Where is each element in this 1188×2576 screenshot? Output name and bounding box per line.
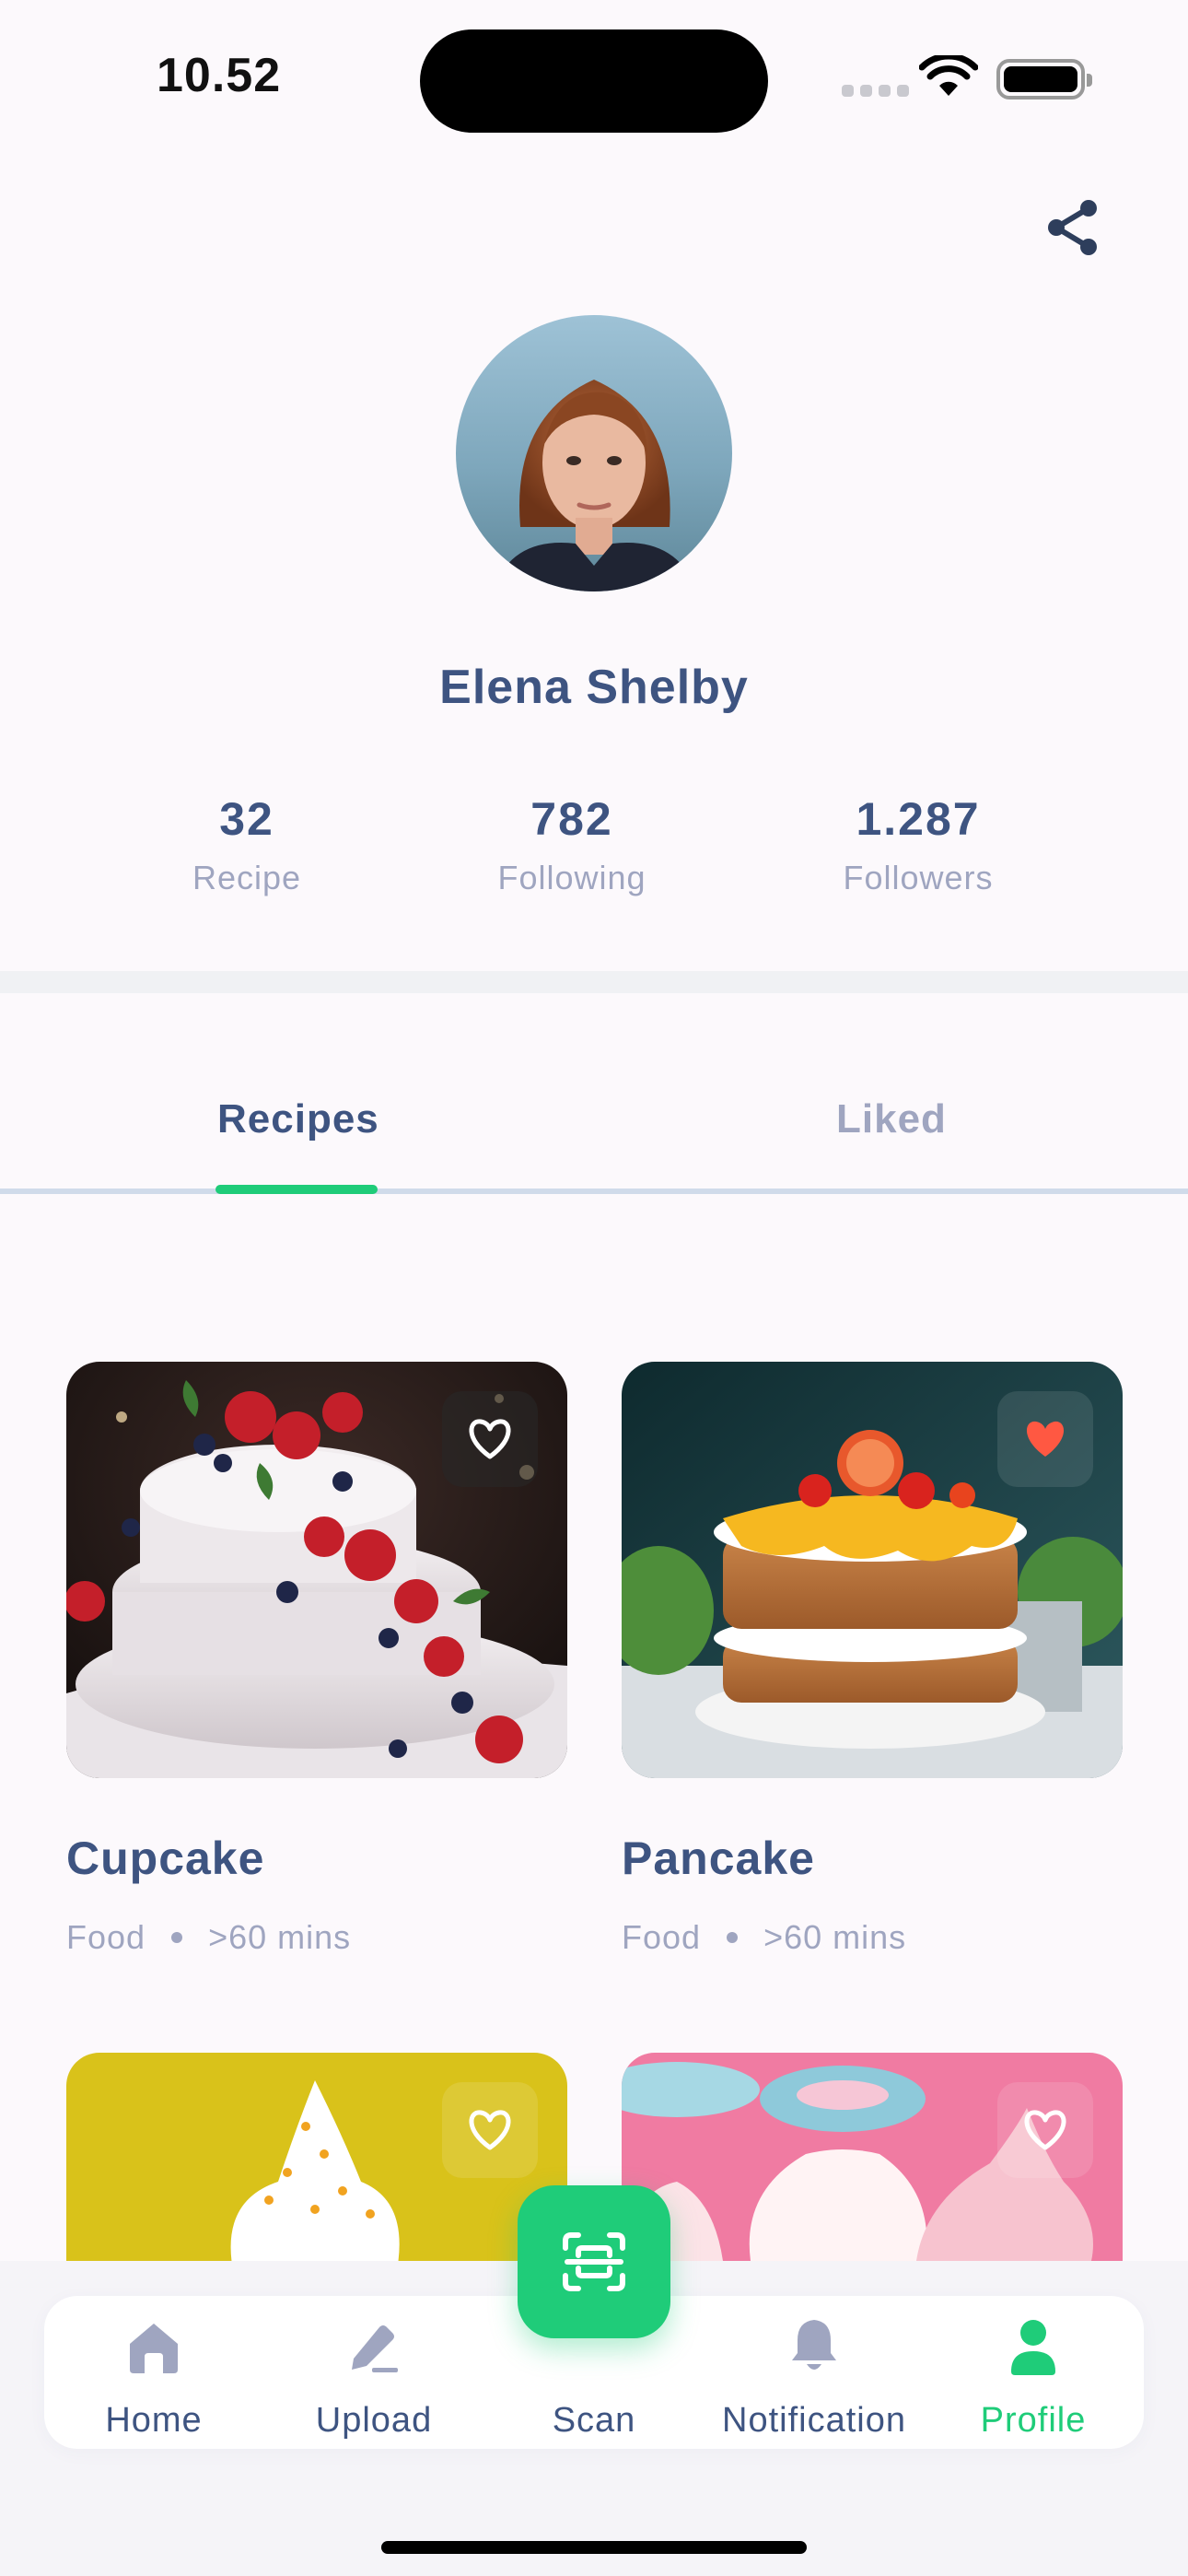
recipe-category: Food [622, 1918, 702, 1956]
stat-label: Followers [843, 859, 994, 896]
recipe-category: Food [66, 1918, 146, 1956]
stat-value: 1.287 [856, 793, 981, 845]
recipe-meta: Food >60 mins [66, 1918, 351, 1957]
dynamic-island [420, 29, 768, 133]
separator-dot [727, 1932, 739, 1943]
scan-icon [563, 2232, 625, 2291]
separator-dot [171, 1932, 183, 1943]
nav-label: Profile [980, 2401, 1087, 2440]
avatar [456, 315, 732, 591]
tab-recipes[interactable]: Recipes [217, 1096, 379, 1142]
nav-upload[interactable]: Upload [263, 2316, 484, 2441]
recipe-meta: Food >60 mins [622, 1918, 906, 1957]
tab-active-indicator [215, 1185, 378, 1194]
scan-button[interactable] [518, 2185, 670, 2338]
wifi-icon [919, 55, 978, 96]
section-divider [0, 971, 1188, 993]
stat-label: Following [497, 859, 646, 896]
favorite-button[interactable] [442, 2082, 538, 2178]
stat-value: 32 [219, 793, 274, 845]
home-icon [130, 2324, 178, 2373]
cellular-signal-icon [842, 85, 909, 97]
home-indicator [381, 2541, 807, 2554]
battery-icon [996, 59, 1092, 100]
recipe-duration: >60 mins [763, 1918, 907, 1956]
stat-label: Recipe [192, 859, 302, 896]
heart-outline-icon [1024, 2110, 1066, 2150]
pencil-icon [352, 2325, 398, 2372]
status-time: 10.52 [157, 49, 282, 102]
nav-label: Home [105, 2401, 203, 2440]
favorite-button[interactable] [997, 2082, 1093, 2178]
nav-notification[interactable]: Notification [704, 2316, 925, 2441]
nav-label: Notification [722, 2401, 906, 2440]
favorite-button[interactable] [997, 1391, 1093, 1487]
heart-filled-icon [1026, 1421, 1065, 1457]
heart-outline-icon [469, 1419, 511, 1459]
nav-profile[interactable]: Profile [923, 2316, 1144, 2441]
stat-recipes[interactable]: 32 Recipe [81, 792, 413, 897]
share-icon[interactable] [1041, 195, 1105, 260]
nav-label: Upload [315, 2401, 433, 2440]
recipe-duration: >60 mins [208, 1918, 352, 1956]
profile-name: Elena Shelby [439, 661, 749, 714]
stat-value: 782 [530, 793, 613, 845]
nav-home[interactable]: Home [43, 2316, 264, 2441]
tab-underline [0, 1188, 1188, 1194]
nav-label: Scan [552, 2401, 636, 2440]
recipe-title[interactable]: Cupcake [66, 1832, 264, 1885]
heart-outline-icon [469, 2110, 511, 2150]
recipe-title[interactable]: Pancake [622, 1832, 815, 1885]
user-icon [1011, 2320, 1055, 2375]
bell-icon [792, 2320, 836, 2370]
stat-following[interactable]: 782 Following [406, 792, 738, 897]
stat-followers[interactable]: 1.287 Followers [752, 792, 1084, 897]
favorite-button[interactable] [442, 1391, 538, 1487]
tab-liked[interactable]: Liked [836, 1096, 947, 1142]
